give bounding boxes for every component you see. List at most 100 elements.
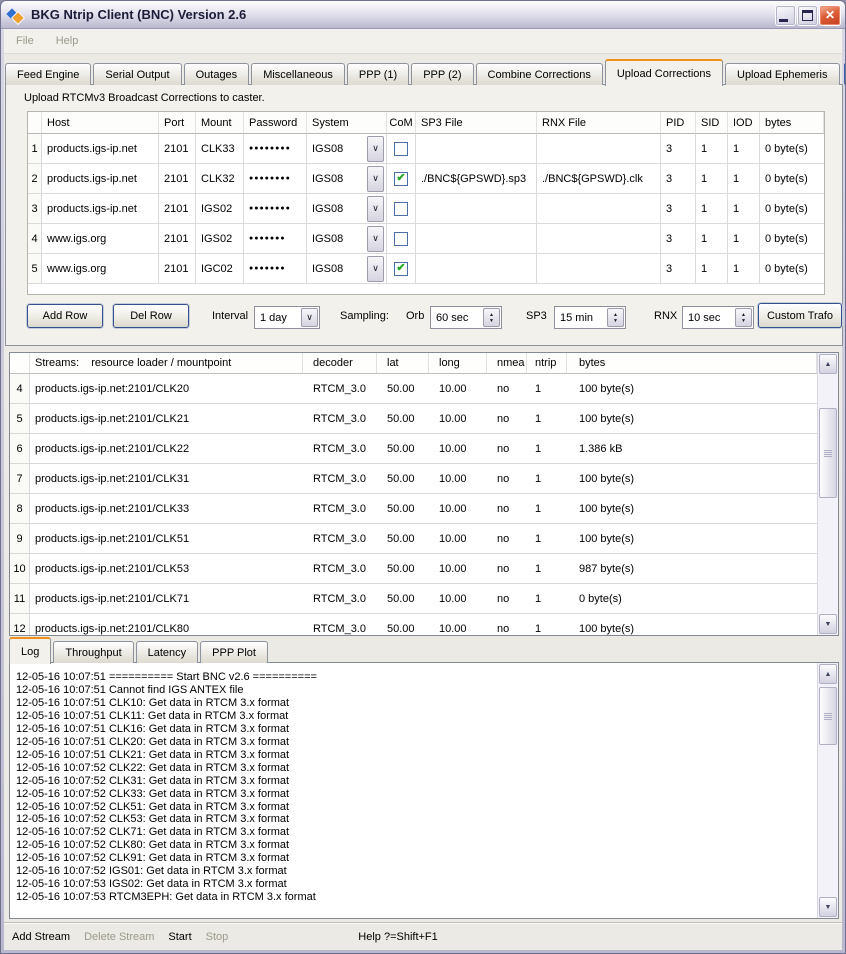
log-scrollbar[interactable]: ▲ ▼: [817, 663, 838, 918]
host-cell[interactable]: www.igs.org: [42, 224, 159, 254]
tab-ppp-plot[interactable]: PPP Plot: [200, 641, 268, 663]
password-cell[interactable]: ●●●●●●●: [244, 224, 307, 254]
port-cell[interactable]: 2101: [159, 224, 196, 254]
iod-cell[interactable]: 1: [728, 224, 760, 254]
maximize-button[interactable]: [797, 5, 818, 26]
stop-action[interactable]: Stop: [206, 931, 229, 943]
system-cell[interactable]: IGS08 ∨: [307, 224, 387, 254]
menu-file[interactable]: File: [6, 32, 44, 50]
stream-row[interactable]: 5 products.igs-ip.net:2101/CLK21 RTCM_3.…: [10, 404, 817, 434]
custom-trafo-button[interactable]: Custom Trafo: [758, 303, 842, 328]
system-cell[interactable]: IGS08 ∨: [307, 164, 387, 194]
sp3-spinbox[interactable]: 15 min ▲▼: [554, 306, 626, 329]
stream-row[interactable]: 9 products.igs-ip.net:2101/CLK51 RTCM_3.…: [10, 524, 817, 554]
chevron-down-icon[interactable]: ∨: [367, 226, 384, 252]
port-cell[interactable]: 2101: [159, 134, 196, 164]
chevron-down-icon[interactable]: ∨: [367, 196, 384, 222]
menu-help[interactable]: Help: [46, 32, 89, 50]
scroll-down-icon[interactable]: ▼: [819, 614, 837, 634]
title-bar[interactable]: BKG Ntrip Client (BNC) Version 2.6 ✕: [1, 1, 845, 29]
tab-upload-ephemeris[interactable]: Upload Ephemeris: [725, 63, 840, 85]
com-checkbox[interactable]: [394, 202, 408, 216]
port-cell[interactable]: 2101: [159, 164, 196, 194]
rnx-file-cell[interactable]: [537, 134, 661, 164]
pid-cell[interactable]: 3: [661, 254, 696, 284]
tab-throughput[interactable]: Throughput: [53, 641, 133, 663]
tab-feed-engine[interactable]: Feed Engine: [5, 63, 91, 85]
mount-cell[interactable]: IGS02: [196, 224, 244, 254]
scroll-up-icon[interactable]: ▲: [819, 354, 837, 374]
chevron-down-icon[interactable]: ∨: [367, 256, 384, 282]
scroll-down-icon[interactable]: ▼: [819, 897, 837, 917]
tab-log[interactable]: Log: [9, 637, 51, 664]
port-cell[interactable]: 2101: [159, 254, 196, 284]
system-cell[interactable]: IGS08 ∨: [307, 194, 387, 224]
rnx-file-cell[interactable]: ./BNC${GPSWD}.clk: [537, 164, 661, 194]
scrollbar-track[interactable]: [818, 685, 838, 896]
sp3-file-cell[interactable]: [416, 224, 537, 254]
host-cell[interactable]: products.igs-ip.net: [42, 134, 159, 164]
system-cell[interactable]: IGS08 ∨: [307, 254, 387, 284]
mount-cell[interactable]: IGS02: [196, 194, 244, 224]
tab-upload-corrections[interactable]: Upload Corrections: [605, 59, 723, 86]
sid-cell[interactable]: 1: [696, 254, 728, 284]
scrollbar-thumb[interactable]: [819, 687, 837, 745]
tab-miscellaneous[interactable]: Miscellaneous: [251, 63, 345, 85]
rnx-file-cell[interactable]: [537, 254, 661, 284]
sid-cell[interactable]: 1: [696, 194, 728, 224]
spinner-arrows-icon[interactable]: ▲▼: [735, 308, 752, 327]
stream-row[interactable]: 8 products.igs-ip.net:2101/CLK33 RTCM_3.…: [10, 494, 817, 524]
mount-cell[interactable]: CLK33: [196, 134, 244, 164]
password-cell[interactable]: ●●●●●●●: [244, 254, 307, 284]
add-stream-action[interactable]: Add Stream: [12, 931, 70, 943]
tab-latency[interactable]: Latency: [136, 641, 199, 663]
stream-row[interactable]: 6 products.igs-ip.net:2101/CLK22 RTCM_3.…: [10, 434, 817, 464]
iod-cell[interactable]: 1: [728, 194, 760, 224]
iod-cell[interactable]: 1: [728, 164, 760, 194]
tab-outages[interactable]: Outages: [184, 63, 250, 85]
stream-row[interactable]: 10 products.igs-ip.net:2101/CLK53 RTCM_3…: [10, 554, 817, 584]
com-checkbox[interactable]: [394, 232, 408, 246]
tab-ppp-2[interactable]: PPP (2): [411, 63, 473, 85]
spinner-arrows-icon[interactable]: ▲▼: [607, 308, 624, 327]
start-action[interactable]: Start: [168, 931, 191, 943]
sid-cell[interactable]: 1: [696, 224, 728, 254]
password-cell[interactable]: ●●●●●●●●: [244, 164, 307, 194]
password-cell[interactable]: ●●●●●●●●: [244, 194, 307, 224]
tab-ppp-1[interactable]: PPP (1): [347, 63, 409, 85]
stream-row[interactable]: 11 products.igs-ip.net:2101/CLK71 RTCM_3…: [10, 584, 817, 614]
delete-stream-action[interactable]: Delete Stream: [84, 931, 154, 943]
mount-cell[interactable]: CLK32: [196, 164, 244, 194]
host-cell[interactable]: products.igs-ip.net: [42, 164, 159, 194]
add-row-button[interactable]: Add Row: [27, 304, 103, 328]
rnx-file-cell[interactable]: [537, 194, 661, 224]
stream-row[interactable]: 7 products.igs-ip.net:2101/CLK31 RTCM_3.…: [10, 464, 817, 494]
iod-cell[interactable]: 1: [728, 134, 760, 164]
del-row-button[interactable]: Del Row: [113, 304, 189, 328]
port-cell[interactable]: 2101: [159, 194, 196, 224]
sid-cell[interactable]: 1: [696, 164, 728, 194]
password-cell[interactable]: ●●●●●●●●: [244, 134, 307, 164]
sp3-file-cell[interactable]: [416, 134, 537, 164]
interval-combobox[interactable]: 1 day ∨: [254, 306, 320, 329]
rnx-file-cell[interactable]: [537, 224, 661, 254]
pid-cell[interactable]: 3: [661, 224, 696, 254]
pid-cell[interactable]: 3: [661, 164, 696, 194]
com-checkbox[interactable]: ✔: [394, 262, 408, 276]
pid-cell[interactable]: 3: [661, 194, 696, 224]
orb-spinbox[interactable]: 60 sec ▲▼: [430, 306, 502, 329]
scroll-up-icon[interactable]: ▲: [819, 664, 837, 684]
close-button[interactable]: ✕: [819, 5, 841, 26]
sp3-file-cell[interactable]: [416, 194, 537, 224]
sp3-file-cell[interactable]: [416, 254, 537, 284]
minimize-button[interactable]: [775, 5, 796, 26]
mount-cell[interactable]: IGC02: [196, 254, 244, 284]
scrollbar-track[interactable]: [818, 375, 838, 613]
stream-row[interactable]: 12 products.igs-ip.net:2101/CLK80 RTCM_3…: [10, 614, 817, 636]
system-cell[interactable]: IGS08 ∨: [307, 134, 387, 164]
chevron-down-icon[interactable]: ∨: [367, 136, 384, 162]
streams-scrollbar[interactable]: ▲ ▼: [817, 353, 838, 635]
com-checkbox[interactable]: ✔: [394, 172, 408, 186]
spinner-arrows-icon[interactable]: ▲▼: [483, 308, 500, 327]
host-cell[interactable]: products.igs-ip.net: [42, 194, 159, 224]
